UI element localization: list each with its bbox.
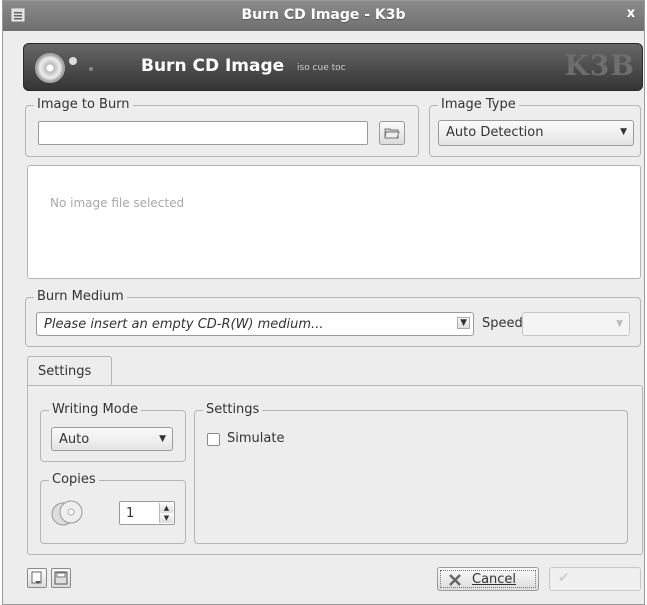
no-image-message: No image file selected [50,196,185,210]
speed-label: Speed: [482,316,528,331]
cd-copies-icon [51,500,83,526]
copies-label: Copies [49,472,99,488]
k3b-logo: K3B [564,49,635,82]
writing-mode-label: Writing Mode [49,402,141,418]
title-bar[interactable]: Burn CD Image - K3b x [3,1,644,31]
image-to-burn-group: Image to Burn [25,97,419,157]
stepper-down-icon[interactable]: ▼ [159,513,173,523]
chevron-down-icon: ▼ [457,317,470,329]
image-type-group: Image Type Auto Detection ▼ [429,97,641,157]
header-title: Burn CD Image [141,56,285,76]
image-to-burn-label: Image to Burn [34,97,133,113]
image-type-label: Image Type [438,97,519,113]
simulate-label[interactable]: Simulate [227,431,284,446]
burn-cd-image-dialog: Burn CD Image - K3b x Burn CD Image iso … [2,0,645,605]
load-settings-button[interactable] [27,568,47,588]
load-settings-icon [31,571,42,584]
tab-settings-label: Settings [38,364,92,379]
cancel-x-icon [449,574,461,586]
image-type-selected: Auto Detection [446,125,544,140]
chevron-down-icon: ▼ [620,127,627,137]
header-subtitle: iso cue toc [297,63,346,73]
speed-select[interactable]: ▼ [522,312,630,336]
copies-group: Copies 1 ▲ ▼ [40,472,186,544]
folder-open-icon [384,128,400,139]
window-title: Burn CD Image - K3b [241,7,406,23]
burn-button[interactable]: ✔ [549,567,641,591]
copies-stepper[interactable]: 1 ▲ ▼ [119,501,175,525]
burn-check-icon: ✔ [558,570,570,586]
writing-mode-group: Writing Mode Auto ▼ [40,402,186,462]
settings-tab-panel: Writing Mode Auto ▼ Copies 1 ▲ ▼ Setting… [27,385,643,555]
image-type-select[interactable]: Auto Detection ▼ [438,120,634,146]
cd-icon [35,53,65,83]
save-settings-icon [54,571,68,585]
burn-medium-label: Burn Medium [34,289,127,305]
burn-medium-select[interactable]: Please insert an empty CD-R(W) medium...… [36,312,474,336]
dialog-header: Burn CD Image iso cue toc K3B [23,43,643,91]
image-info-panel: No image file selected [27,165,641,279]
tab-settings[interactable]: Settings [27,356,112,386]
chevron-down-icon: ▼ [159,434,166,444]
burn-medium-group: Burn Medium Please insert an empty CD-R(… [25,289,641,347]
cancel-label: Cancel [472,572,517,587]
writing-mode-select[interactable]: Auto ▼ [51,427,173,451]
save-settings-button[interactable] [51,568,71,588]
stepper-up-icon[interactable]: ▲ [159,503,173,513]
settings-group: Settings Simulate [194,402,628,544]
cd-icon-dot [69,57,77,65]
settings-group-label: Settings [203,402,263,418]
browse-image-button[interactable] [379,121,405,145]
close-icon[interactable]: x [622,6,640,24]
cd-icon-dot-small [89,67,93,71]
copies-value: 1 [126,506,135,521]
chevron-down-icon: ▼ [616,319,623,329]
simulate-checkbox[interactable] [207,433,220,446]
cancel-button[interactable]: Cancel [437,567,539,591]
burn-medium-selected: Please insert an empty CD-R(W) medium... [44,317,324,332]
writing-mode-selected: Auto [59,432,90,447]
image-path-input[interactable] [38,121,368,145]
